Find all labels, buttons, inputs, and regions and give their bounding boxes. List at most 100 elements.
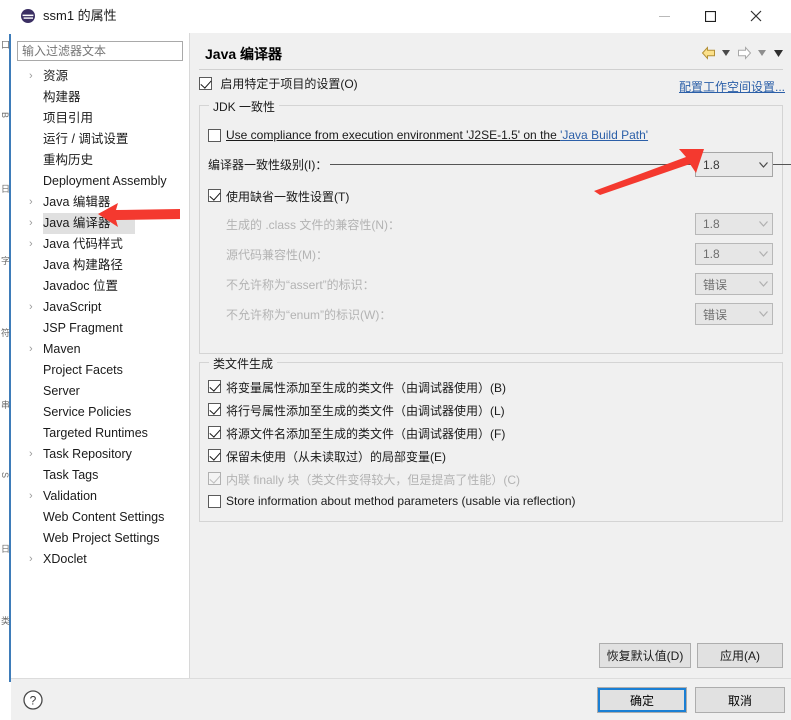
sidebar-item[interactable]: › Validation: [11, 486, 189, 507]
classfile-compat-label: 生成的 .class 文件的兼容性(N)：: [226, 218, 401, 232]
filter-input[interactable]: [17, 41, 183, 61]
sidebar-item[interactable]: › Java 编辑器: [11, 192, 189, 213]
classfile-compat-dropdown: 1.8: [695, 213, 773, 235]
classfile-option-label: Store information about method parameter…: [226, 494, 576, 508]
sidebar-item[interactable]: Web Project Settings: [11, 528, 189, 549]
classfile-option-checkbox[interactable]: [208, 495, 221, 508]
svg-text:?: ?: [30, 694, 37, 708]
chevron-right-icon[interactable]: ›: [29, 444, 39, 465]
sidebar-item[interactable]: 项目引用: [11, 108, 189, 129]
classfile-option-row: 将源文件名添加至生成的类文件（由调试器使用）(F): [200, 423, 782, 445]
sidebar-item[interactable]: Project Facets: [11, 360, 189, 381]
sidebar-item[interactable]: Targeted Runtimes: [11, 423, 189, 444]
compliance-level-row: 编译器一致性级别(I)： 1.8: [200, 152, 791, 178]
chevron-right-icon[interactable]: ›: [29, 549, 39, 570]
classfile-option-checkbox[interactable]: [208, 380, 221, 393]
enable-project-settings-label: 启用特定于项目的设置(O): [220, 77, 358, 91]
bleed-text: 日: [1, 184, 10, 193]
compliance-level-dropdown[interactable]: 1.8: [695, 152, 773, 177]
java-build-path-link[interactable]: 'Java Build Path': [560, 128, 648, 142]
classfile-option-label: 内联 finally 块（类文件变得较大，但是提高了性能）(C): [226, 473, 521, 487]
sidebar-item[interactable]: › JavaScript: [11, 297, 189, 318]
use-compliance-text: Use compliance from execution environmen…: [226, 128, 561, 142]
chevron-right-icon[interactable]: ›: [29, 486, 39, 507]
sidebar-item-label: Web Content Settings: [43, 510, 165, 524]
bleed-text: S: [1, 472, 10, 479]
apply-button[interactable]: 应用(A): [697, 643, 783, 668]
use-default-compliance-label: 使用缺省一致性设置(T): [226, 190, 350, 204]
sidebar-item[interactable]: › XDoclet: [11, 549, 189, 570]
sidebar-item-label: JSP Fragment: [43, 321, 123, 335]
classfile-generation-group: 类文件生成 将变量属性添加至生成的类文件（由调试器使用）(B) 将行号属性添加至生…: [199, 355, 783, 522]
page-title: Java 编译器: [205, 46, 283, 62]
use-default-compliance-checkbox[interactable]: [208, 189, 221, 202]
assert-identifier-row: 不允许称为“assert”的标识： 错误: [200, 273, 782, 298]
help-icon[interactable]: ?: [22, 689, 44, 711]
sidebar-item[interactable]: 构建器: [11, 87, 189, 108]
dialog-content: › 资源构建器项目引用运行 / 调试设置重构历史 Deployment Assemb…: [11, 33, 791, 678]
restore-defaults-button[interactable]: 恢复默认值(D): [599, 643, 691, 668]
bleed-text: 日: [1, 544, 10, 553]
sidebar-item[interactable]: Server: [11, 381, 189, 402]
back-arrow-icon[interactable]: [699, 45, 717, 61]
use-compliance-label: Use compliance from execution environmen…: [226, 128, 648, 142]
sidebar-item[interactable]: › Task Repository: [11, 444, 189, 465]
forward-arrow-icon[interactable]: [735, 45, 753, 61]
sidebar-item[interactable]: › 资源: [11, 66, 189, 87]
enable-project-settings-row: 启用特定于项目的设置(O) 配置工作空间设置...: [199, 75, 785, 97]
sidebar-item[interactable]: Deployment Assembly: [11, 171, 189, 192]
sidebar-item-label: Server: [43, 384, 80, 398]
minimize-button[interactable]: [641, 0, 687, 32]
sidebar-item-label: Maven: [43, 342, 81, 356]
sidebar-item-label: 重构历史: [43, 153, 94, 167]
sidebar-item-label: Targeted Runtimes: [43, 426, 148, 440]
chevron-right-icon[interactable]: ›: [29, 234, 39, 255]
ok-button[interactable]: 确定: [597, 687, 687, 713]
sidebar-item[interactable]: › Java 编译器: [29, 213, 135, 234]
chevron-right-icon[interactable]: ›: [29, 192, 39, 213]
chevron-right-icon[interactable]: ›: [29, 66, 39, 87]
classfile-option-checkbox[interactable]: [208, 449, 221, 462]
title-divider: [199, 69, 783, 70]
bleed-text: B: [1, 112, 10, 119]
sidebar-item[interactable]: JSP Fragment: [11, 318, 189, 339]
dialog-footer: ? 确定 取消: [11, 678, 791, 720]
forward-history-chevron-down-icon[interactable]: [755, 45, 769, 61]
sidebar-item-label: Task Tags: [43, 468, 99, 482]
sidebar-item[interactable]: Javadoc 位置: [11, 276, 189, 297]
sidebar-item[interactable]: Task Tags: [11, 465, 189, 486]
sidebar-item[interactable]: › Java 代码样式: [11, 234, 189, 255]
classfile-option-label: 将源文件名添加至生成的类文件（由调试器使用）(F): [226, 427, 506, 441]
configure-workspace-settings-link[interactable]: 配置工作空间设置...: [679, 78, 785, 95]
chevron-down-icon: [754, 311, 772, 317]
jdk-compliance-group-label: JDK 一致性: [209, 98, 280, 115]
use-compliance-checkbox[interactable]: [208, 129, 221, 142]
page-navigation: [699, 45, 785, 61]
maximize-button[interactable]: [687, 0, 733, 32]
enable-project-settings-checkbox[interactable]: [199, 77, 212, 90]
sidebar-item-label: Project Facets: [43, 363, 123, 377]
cancel-button[interactable]: 取消: [695, 687, 785, 713]
sidebar-item[interactable]: Web Content Settings: [11, 507, 189, 528]
source-compat-row: 源代码兼容性(M)： 1.8: [200, 243, 782, 268]
classfile-option-row: Store information about method parameter…: [200, 492, 782, 514]
sidebar-item-label: Deployment Assembly: [43, 174, 167, 188]
sidebar-item-label: 项目引用: [43, 111, 94, 125]
sidebar-item[interactable]: › Maven: [11, 339, 189, 360]
page-menu-chevron-down-icon[interactable]: [771, 45, 785, 61]
back-history-chevron-down-icon[interactable]: [719, 45, 733, 61]
classfile-option-row: 保留未使用（从未读取过）的局部变量(E): [200, 446, 782, 468]
sidebar-item-label: Task Repository: [43, 447, 132, 461]
sidebar-item[interactable]: Java 构建路径: [11, 255, 189, 276]
sidebar-item[interactable]: Service Policies: [11, 402, 189, 423]
close-button[interactable]: [733, 0, 779, 32]
classfile-option-checkbox[interactable]: [208, 403, 221, 416]
classfile-option-checkbox[interactable]: [208, 426, 221, 439]
settings-tree[interactable]: › 资源 构建器项目引用运行 / 调试设置重构历史 Deployment Assemb…: [11, 66, 189, 678]
classfile-option-label: 将变量属性添加至生成的类文件（由调试器使用）(B): [226, 381, 506, 395]
sidebar-item[interactable]: 重构历史: [11, 150, 189, 171]
sidebar-item[interactable]: 运行 / 调试设置: [11, 129, 189, 150]
chevron-right-icon[interactable]: ›: [29, 339, 39, 360]
chevron-right-icon[interactable]: ›: [29, 213, 39, 234]
chevron-right-icon[interactable]: ›: [29, 297, 39, 318]
